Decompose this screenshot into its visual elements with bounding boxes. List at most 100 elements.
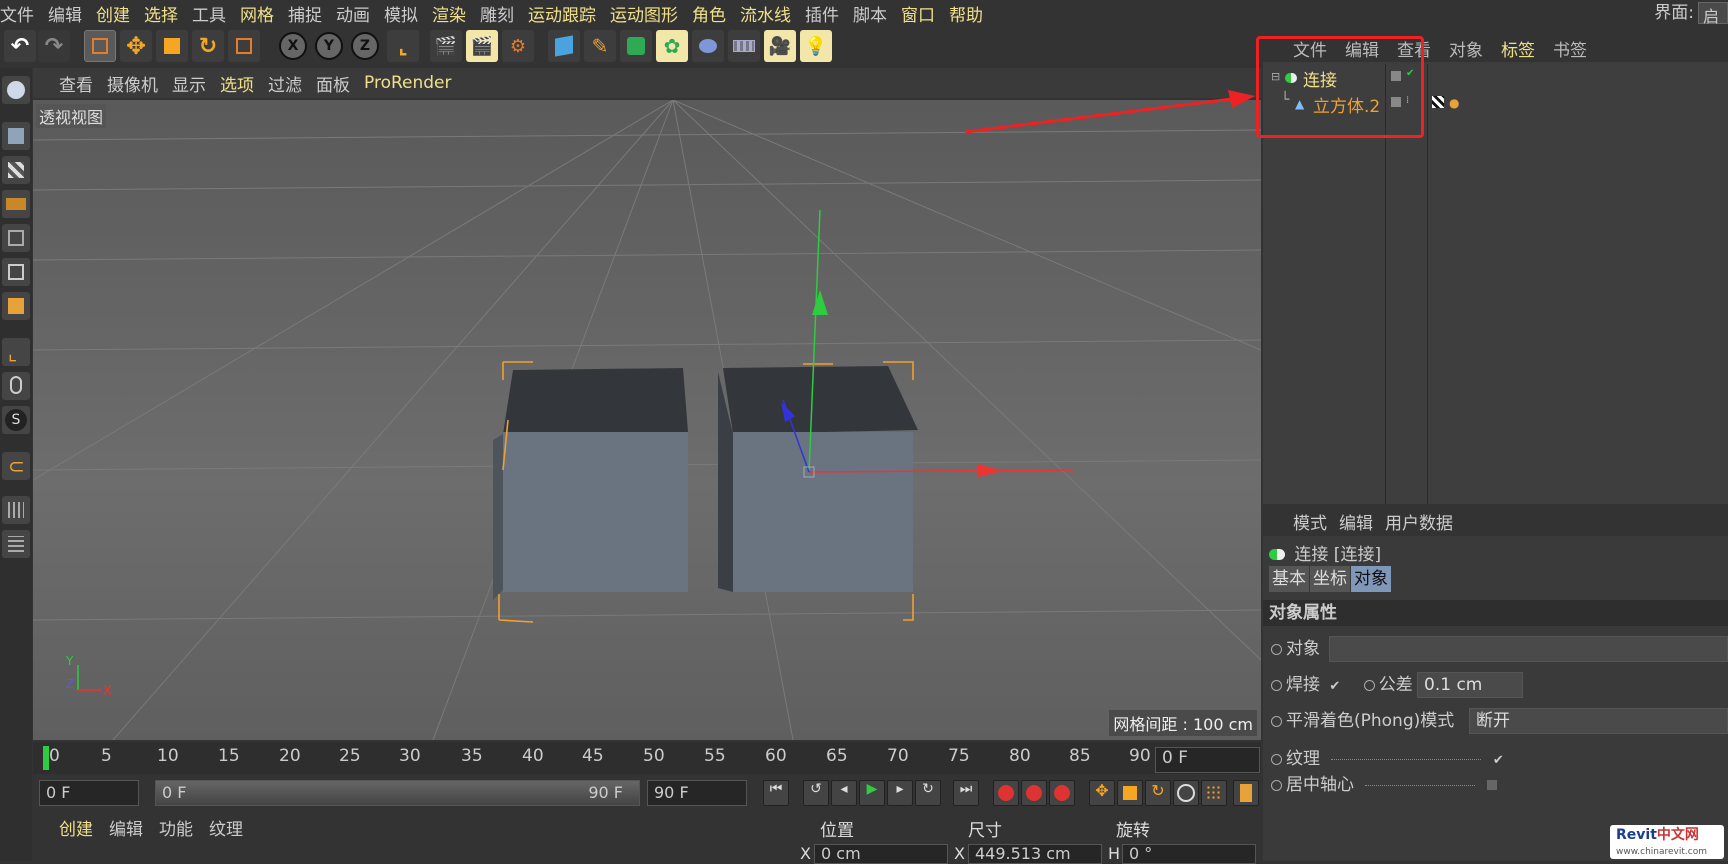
z-axis-button[interactable]: Z <box>351 32 379 60</box>
timeline-ruler[interactable]: 0 5 10 15 20 25 30 35 40 45 50 55 60 65 … <box>33 742 1261 774</box>
size-x-field[interactable]: 449.513 cm <box>968 844 1102 864</box>
menu-script[interactable]: 脚本 <box>853 1 887 26</box>
menu-select[interactable]: 选择 <box>144 1 178 26</box>
menu-tools[interactable]: 工具 <box>192 1 226 26</box>
camera-button[interactable]: 🎥 <box>764 30 796 62</box>
edges-mode-button[interactable] <box>2 258 30 286</box>
texture-tag-icon[interactable] <box>1432 96 1444 108</box>
om-menu-objects[interactable]: 对象 <box>1449 36 1483 61</box>
keyframe-selection-button[interactable] <box>1049 780 1075 806</box>
animate-radio[interactable] <box>1271 780 1282 791</box>
material-menu-texture[interactable]: 纹理 <box>209 815 243 840</box>
axis-mode-button[interactable]: ⌞ <box>2 338 30 366</box>
menu-plugins[interactable]: 插件 <box>805 1 839 26</box>
menu-simulate[interactable]: 模拟 <box>384 1 418 26</box>
am-menu-mode[interactable]: 模式 <box>1293 509 1327 534</box>
weld-checkbox[interactable]: ✔ <box>1329 679 1340 694</box>
menu-animate[interactable]: 动画 <box>336 1 370 26</box>
menu-pipeline[interactable]: 流水线 <box>740 1 791 26</box>
position-x-field[interactable]: 0 cm <box>814 844 948 864</box>
menu-character[interactable]: 角色 <box>692 1 726 26</box>
tab-object[interactable]: 对象 <box>1351 566 1391 592</box>
redo-button[interactable]: ↷ <box>38 30 70 62</box>
menu-create[interactable]: 创建 <box>96 1 130 26</box>
subdivision-button[interactable] <box>620 30 652 62</box>
light-button[interactable]: 💡 <box>800 30 832 62</box>
cube-button[interactable] <box>548 30 580 62</box>
viewport-menu-camera[interactable]: 摄像机 <box>107 71 158 96</box>
cloner-button[interactable]: ✿ <box>656 30 688 62</box>
go-to-end-button[interactable]: ⏭ <box>953 780 979 806</box>
go-to-start-button[interactable]: ⏮ <box>763 780 789 806</box>
end-frame-field[interactable]: 90 F <box>647 780 747 806</box>
tab-coordinates[interactable]: 坐标 <box>1310 566 1350 592</box>
points-mode-button[interactable] <box>2 224 30 252</box>
menu-window[interactable]: 窗口 <box>901 1 935 26</box>
menu-sculpt[interactable]: 雕刻 <box>480 1 514 26</box>
am-menu-user-data[interactable]: 用户数据 <box>1385 509 1453 534</box>
make-editable-button[interactable] <box>2 76 30 104</box>
pen-button[interactable]: ✎ <box>584 30 616 62</box>
material-menu-edit[interactable]: 编辑 <box>109 815 143 840</box>
solo-button[interactable]: S <box>2 406 30 434</box>
previous-frame-button[interactable]: ◂ <box>831 780 857 806</box>
object-link-field[interactable] <box>1329 636 1728 662</box>
workplane-button[interactable] <box>2 190 30 218</box>
layout-select[interactable]: 启 <box>1698 2 1728 24</box>
heading-field[interactable]: 0 ° <box>1122 844 1256 864</box>
render-picture-viewer-button[interactable]: 🎬 <box>466 30 498 62</box>
locked-workplane-button[interactable] <box>2 496 30 524</box>
menu-render[interactable]: 渲染 <box>432 1 466 26</box>
material-menu-function[interactable]: 功能 <box>159 815 193 840</box>
animate-radio[interactable] <box>1271 680 1282 691</box>
key-pla-button[interactable] <box>1201 780 1227 806</box>
record-button[interactable] <box>993 780 1019 806</box>
deformer-button[interactable] <box>692 30 724 62</box>
rotate-button[interactable]: ↻ <box>192 30 224 62</box>
key-position-button[interactable]: ✥ <box>1089 780 1115 806</box>
material-menu-create[interactable]: 创建 <box>59 815 93 840</box>
render-settings-button[interactable]: ⚙ <box>502 30 534 62</box>
tab-basic[interactable]: 基本 <box>1269 566 1309 592</box>
y-axis-button[interactable]: Y <box>315 32 343 60</box>
floor-button[interactable] <box>728 30 760 62</box>
animate-radio[interactable] <box>1271 754 1282 765</box>
animate-radio[interactable] <box>1271 644 1282 655</box>
menu-mograph[interactable]: 运动图形 <box>610 1 678 26</box>
x-axis-button[interactable]: X <box>279 32 307 60</box>
viewport-menu-prorender[interactable]: ProRender <box>364 73 452 93</box>
am-menu-edit[interactable]: 编辑 <box>1339 509 1373 534</box>
current-frame-field[interactable]: 0 F <box>1155 747 1260 773</box>
menu-motion-tracking[interactable]: 运动跟踪 <box>528 1 596 26</box>
next-key-button[interactable]: ↻ <box>915 780 941 806</box>
play-button[interactable]: ▶ <box>859 780 885 806</box>
menu-snap[interactable]: 捕捉 <box>288 1 322 26</box>
tweak-mode-button[interactable] <box>2 372 30 400</box>
center-axis-checkbox[interactable] <box>1487 780 1497 790</box>
key-parameter-button[interactable] <box>1173 780 1199 806</box>
menu-file[interactable]: 文件 <box>0 1 34 26</box>
key-scale-button[interactable] <box>1117 780 1143 806</box>
coordinate-system-button[interactable]: ⌞ <box>387 30 419 62</box>
auto-key-button[interactable] <box>1021 780 1047 806</box>
phong-mode-select[interactable]: 断开 <box>1469 708 1728 734</box>
menu-help[interactable]: 帮助 <box>949 1 983 26</box>
frame-range-slider[interactable]: 0 F 90 F <box>155 780 640 806</box>
viewport-menu-panel[interactable]: 面板 <box>316 71 350 96</box>
move-button[interactable]: ✥ <box>120 30 152 62</box>
perspective-viewport[interactable]: Y X Z 透视视图 网格间距 : 100 cm <box>33 100 1261 740</box>
planar-workplane-button[interactable] <box>2 530 30 558</box>
texture-checkbox[interactable]: ✔ <box>1493 753 1504 768</box>
tolerance-field[interactable]: 0.1 cm <box>1417 672 1523 698</box>
texture-mode-button[interactable] <box>2 156 30 184</box>
om-menu-tags[interactable]: 标签 <box>1501 36 1535 61</box>
snap-button[interactable]: ⊂ <box>2 452 30 480</box>
key-rotation-button[interactable]: ↻ <box>1145 780 1171 806</box>
animate-radio[interactable] <box>1364 680 1375 691</box>
undo-button[interactable]: ↶ <box>4 30 36 62</box>
viewport-menu-filter[interactable]: 过滤 <box>268 71 302 96</box>
scale-button[interactable] <box>156 30 188 62</box>
previous-key-button[interactable]: ↺ <box>803 780 829 806</box>
phong-tag-icon[interactable]: ● <box>1449 96 1459 110</box>
animate-radio[interactable] <box>1271 716 1282 727</box>
